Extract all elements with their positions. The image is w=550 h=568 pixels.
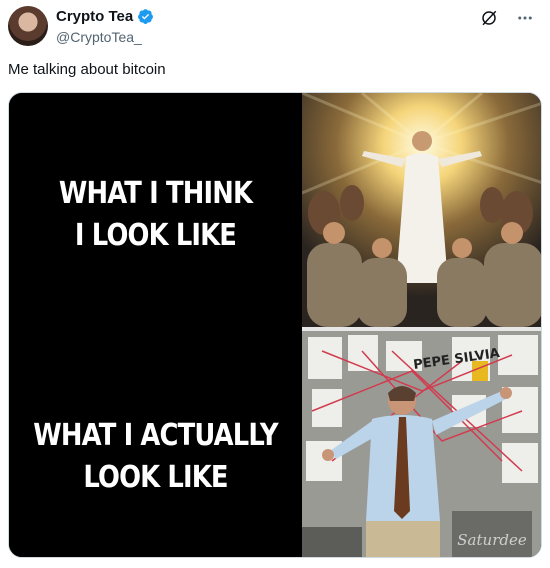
caption-top: WHAT I THINK I LOOK LIKE xyxy=(30,173,282,257)
meme-caption-panel: WHAT I THINK I LOOK LIKE WHAT I ACTUALLY… xyxy=(9,93,302,557)
conspiracy-board-image: PEPE SILVIA Saturdee xyxy=(302,331,541,557)
tweet-media[interactable]: WHAT I THINK I LOOK LIKE WHAT I ACTUALLY… xyxy=(8,92,542,558)
grok-icon[interactable] xyxy=(478,7,500,29)
meme-image-panel: PEPE SILVIA Saturdee xyxy=(302,93,541,557)
caption-top-line1: WHAT I THINK xyxy=(58,176,253,211)
author-name-row: Crypto Tea xyxy=(56,8,154,25)
author-handle[interactable]: @CryptoTea_ xyxy=(56,29,142,45)
author-avatar[interactable] xyxy=(8,6,48,46)
caption-bottom-line2: LOOK LIKE xyxy=(83,460,228,495)
caption-bottom-line1: WHAT I ACTUALLY xyxy=(33,418,278,453)
more-icon[interactable] xyxy=(514,7,536,29)
caption-bottom: WHAT I ACTUALLY LOOK LIKE xyxy=(30,415,282,499)
watermark-text: Saturdee xyxy=(457,531,527,549)
divine-figure-image xyxy=(302,93,541,327)
author-name[interactable]: Crypto Tea xyxy=(56,8,133,25)
caption-top-line2: I LOOK LIKE xyxy=(74,218,237,253)
tweet-text: Me talking about bitcoin xyxy=(8,61,166,78)
tweet-top-actions xyxy=(478,7,536,29)
verified-badge-icon xyxy=(138,9,154,24)
